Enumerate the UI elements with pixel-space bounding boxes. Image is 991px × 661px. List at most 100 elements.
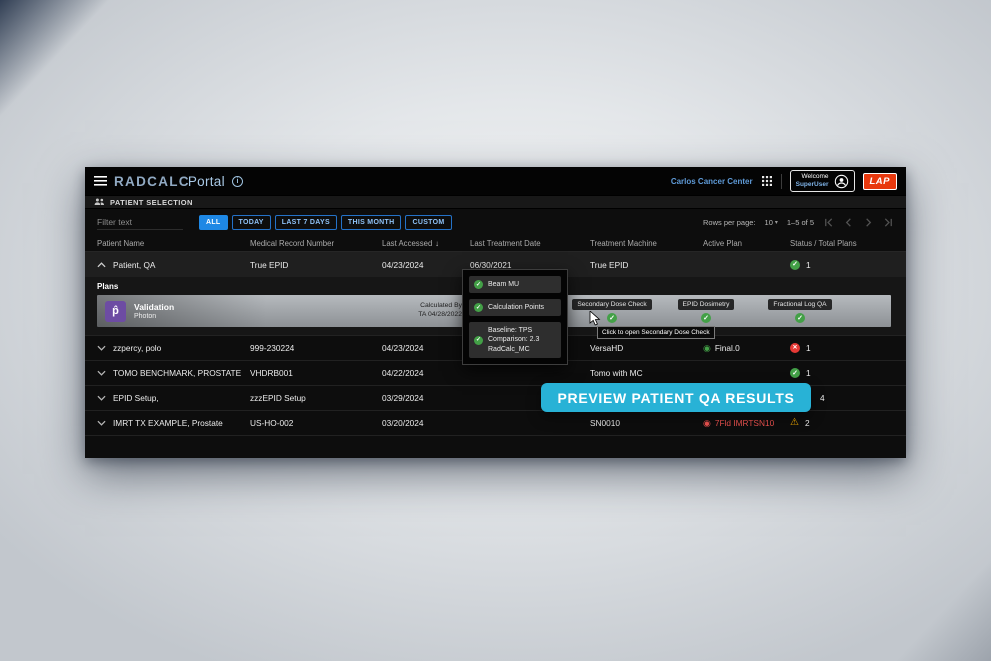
cell-active-plan[interactable]: Final.0 [703, 343, 790, 353]
column-header-last-treatment[interactable]: Last Treatment Date [470, 239, 590, 248]
cell-last-accessed: 04/23/2024 [382, 260, 470, 270]
cell-status: 1 [790, 260, 894, 270]
active-plan-target-icon [703, 419, 711, 428]
cell-machine: SN0010 [590, 418, 703, 428]
popup-item-beam-mu[interactable]: Beam MU [469, 276, 561, 293]
patient-name: TOMO BENCHMARK, PROSTATE [113, 368, 241, 378]
epid-dosimetry-pass-icon[interactable] [701, 313, 711, 323]
next-page-button[interactable] [863, 217, 874, 228]
patient-name: Patient, QA [113, 260, 155, 270]
table-row-imrt-tx-example[interactable]: IMRT TX EXAMPLE, Prostate US-HO-002 03/2… [85, 411, 906, 436]
patients-icon [94, 198, 105, 206]
cell-mrn: True EPID [250, 260, 382, 270]
section-bar: PATIENT SELECTION [85, 195, 906, 209]
user-name: SuperUser [796, 181, 829, 189]
success-check-icon [790, 368, 800, 378]
success-check-icon [474, 336, 483, 345]
info-icon[interactable]: i [232, 176, 243, 187]
cell-status: 1 [790, 368, 894, 378]
pagination-range: 1–5 of 5 [787, 218, 814, 227]
cell-status: 2 [790, 418, 894, 428]
total-plans-count: 1 [806, 260, 811, 270]
plan-calculated-by: Calculated By TA 04/28/2022 [382, 302, 462, 320]
chevron-up-icon[interactable] [97, 262, 106, 268]
total-plans-count: 2 [805, 418, 810, 428]
qa-label: Fractional Log QA [768, 299, 831, 310]
user-menu[interactable]: Welcome SuperUser [790, 170, 855, 192]
cell-last-accessed: 04/22/2024 [382, 368, 470, 378]
qa-label: Secondary Dose Check [572, 299, 651, 310]
cell-active-plan[interactable]: 7Fld IMRTSN10 [703, 418, 790, 428]
building-icon[interactable] [761, 175, 773, 187]
plan-checks-popup: Beam MU Calculation Points Baseline: TPS… [462, 269, 568, 365]
clinic-name[interactable]: Carlos Cancer Center [671, 177, 753, 186]
cell-mrn: US-HO-002 [250, 418, 382, 428]
hamburger-menu-icon[interactable] [94, 176, 107, 186]
success-check-icon [474, 303, 483, 312]
fractional-log-qa-pass-icon[interactable] [795, 313, 805, 323]
filter-button-custom[interactable]: CUSTOM [405, 215, 451, 230]
error-icon [790, 343, 800, 353]
cell-last-accessed: 04/23/2024 [382, 343, 470, 353]
cell-last-accessed: 03/29/2024 [382, 393, 470, 403]
filter-button-last7days[interactable]: LAST 7 DAYS [275, 215, 337, 230]
tooltip: Click to open Secondary Dose Check [597, 326, 715, 339]
app-header: RADCALC Portal i Carlos Cancer Center We… [85, 167, 906, 195]
column-header-last-accessed[interactable]: Last Accessed↓ [382, 239, 470, 248]
chevron-down-icon: ▾ [775, 219, 778, 226]
qa-label: EPID Dosimetry [678, 299, 735, 310]
success-check-icon [474, 280, 483, 289]
plan-modality: Photon [134, 313, 174, 320]
popup-item-baseline[interactable]: Baseline: TPS Comparison: 2.3 RadCalc_MC [469, 322, 561, 358]
welcome-label: Welcome [796, 173, 829, 181]
first-page-button[interactable] [823, 217, 834, 228]
filter-button-all[interactable]: ALL [199, 215, 228, 230]
secondary-dose-check-pass-icon[interactable] [607, 313, 617, 323]
column-header-active-plan[interactable]: Active Plan [703, 239, 790, 248]
table-header-row: Patient Name Medical Record Number Last … [85, 235, 906, 252]
filter-button-today[interactable]: TODAY [232, 215, 271, 230]
column-header-patient-name[interactable]: Patient Name [97, 239, 250, 248]
cell-machine: VersaHD [590, 343, 703, 353]
chevron-down-icon[interactable] [97, 420, 106, 426]
previous-page-button[interactable] [843, 217, 854, 228]
column-header-machine[interactable]: Treatment Machine [590, 239, 703, 248]
table-toolbar: ALL TODAY LAST 7 DAYS THIS MONTH CUSTOM … [85, 209, 906, 235]
column-header-mrn[interactable]: Medical Record Number [250, 239, 382, 248]
lap-logo: LAP [863, 173, 898, 190]
filter-button-thismonth[interactable]: THIS MONTH [341, 215, 402, 230]
photon-plan-icon: p̂ [105, 301, 126, 322]
qa-checks-region: Secondary Dose Check EPID Dosimetry Frac… [565, 295, 847, 327]
patient-name: EPID Setup, [113, 393, 159, 403]
plan-name: Validation [134, 302, 174, 313]
cell-mrn: 999-230224 [250, 343, 382, 353]
chevron-down-icon[interactable] [97, 395, 106, 401]
column-header-status[interactable]: Status / Total Plans [790, 239, 894, 248]
rows-per-page-label: Rows per page: [703, 218, 756, 227]
cell-last-treatment: 06/30/2021 [470, 260, 590, 270]
popup-item-calculation-points[interactable]: Calculation Points [469, 299, 561, 316]
sort-desc-icon: ↓ [435, 239, 439, 248]
preview-patient-qa-results-button[interactable]: PREVIEW PATIENT QA RESULTS [541, 383, 811, 412]
chevron-down-icon[interactable] [97, 345, 106, 351]
active-plan-target-icon [703, 344, 711, 353]
cell-last-accessed: 03/20/2024 [382, 418, 470, 428]
filter-input[interactable] [97, 215, 183, 230]
cell-machine: Tomo with MC [590, 368, 703, 378]
total-plans-count: 1 [806, 368, 811, 378]
patient-name: IMRT TX EXAMPLE, Prostate [113, 418, 223, 428]
section-title: PATIENT SELECTION [110, 198, 193, 207]
brand-logo: RADCALC [114, 174, 190, 189]
qa-column-fractional-log-qa: Fractional Log QA [753, 295, 847, 327]
avatar-icon[interactable] [834, 174, 849, 189]
success-check-icon [790, 260, 800, 270]
radcalc-portal-window: RADCALC Portal i Carlos Cancer Center We… [85, 167, 906, 458]
warning-icon [790, 418, 799, 428]
brand-suffix: Portal [188, 174, 225, 189]
chevron-down-icon[interactable] [97, 370, 106, 376]
last-page-button[interactable] [883, 217, 894, 228]
cell-mrn: VHDRB001 [250, 368, 382, 378]
rows-per-page-select[interactable]: 10 ▾ [765, 218, 778, 227]
cell-status: 1 [790, 343, 894, 353]
cell-machine: True EPID [590, 260, 703, 270]
